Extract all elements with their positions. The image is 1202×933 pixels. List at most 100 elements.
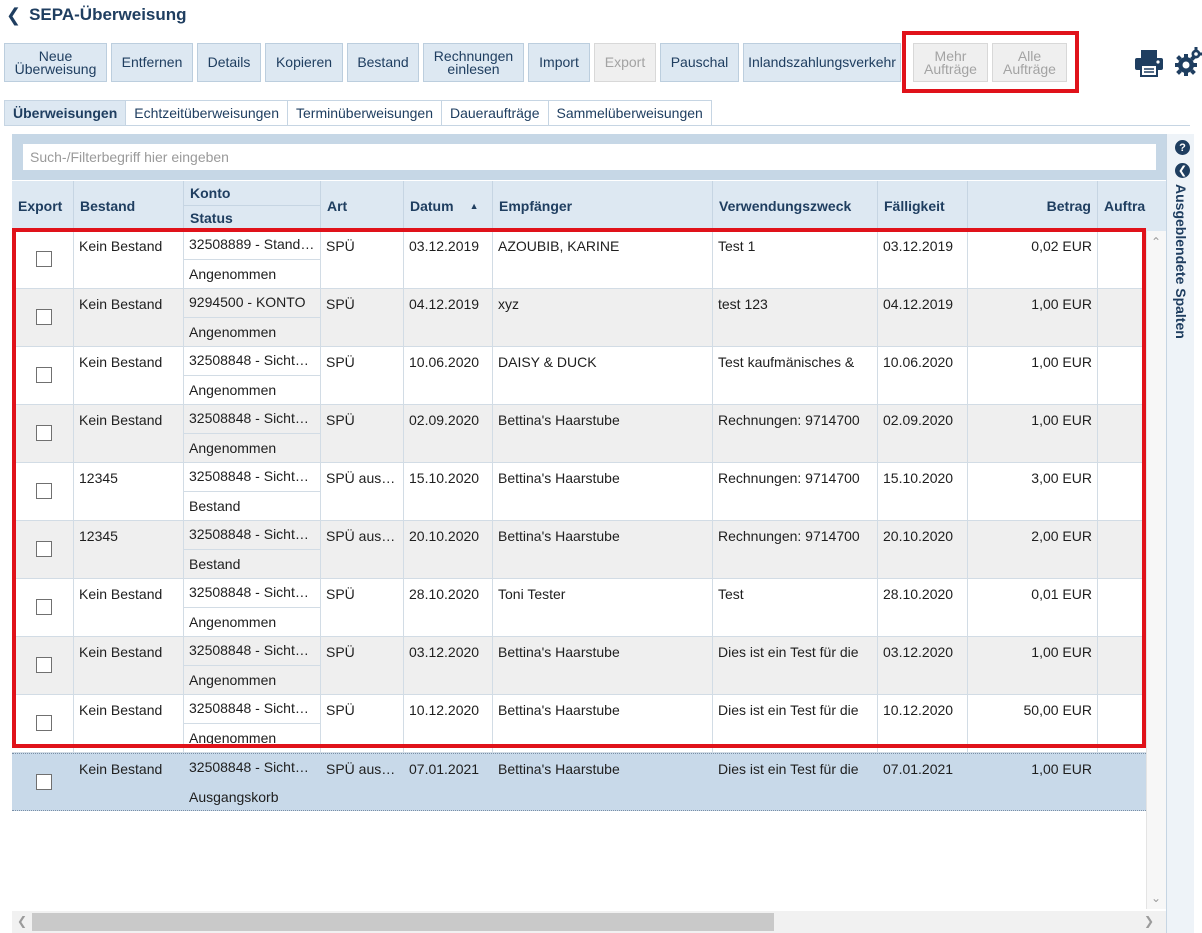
tab-bulk-transfers[interactable]: Sammelüberweisungen <box>548 100 712 126</box>
flat-rate-button[interactable]: Pauschal <box>660 43 739 82</box>
tab-instant-transfers[interactable]: Echtzeitüberweisungen <box>126 100 289 126</box>
back-chevron-icon[interactable]: ❮ <box>6 6 21 24</box>
cell-betrag: 2,00 EUR <box>968 521 1098 579</box>
sort-ascending-icon: ▲ <box>469 201 479 211</box>
table-row[interactable]: Kein Bestand SPÜ 10.12.2020 Bettina's Haars… <box>12 695 1146 753</box>
table-row[interactable]: Kein Bestand SPÜ 10.06.2020 DAISY & DUCK Tes… <box>12 347 1146 405</box>
inventory-button[interactable]: Bestand <box>347 43 419 82</box>
cell-status: Ausgangskorb <box>189 789 279 805</box>
table-row[interactable]: Kein Bestand SPÜ 28.10.2020 Toni Tester Test… <box>12 579 1146 637</box>
column-header-status[interactable]: Status <box>184 206 321 230</box>
export-checkbox[interactable] <box>36 309 52 325</box>
printer-icon[interactable] <box>1134 49 1164 80</box>
help-icon[interactable]: ? <box>1175 140 1190 155</box>
import-button[interactable]: Import <box>528 43 590 82</box>
scroll-up-icon[interactable]: ⌃ <box>1151 235 1161 249</box>
cell-empfaenger: Bettina's Haarstube <box>493 405 713 463</box>
tab-transfers[interactable]: Überweisungen <box>4 100 127 126</box>
cell-datum: 03.12.2020 <box>404 637 493 695</box>
table-row[interactable]: Kein Bestand SPÜ ausgang 07.01.2021 Bettina… <box>12 753 1146 811</box>
cell-datum: 10.12.2020 <box>404 695 493 753</box>
cell-verwendungszweck: Dies ist ein Test für die <box>718 761 859 777</box>
cell-bestand: 12345 <box>74 463 184 521</box>
hidden-columns-label[interactable]: Ausgeblendete Spalten <box>1173 184 1189 339</box>
details-button[interactable]: Details <box>197 43 261 82</box>
column-header-bestand[interactable]: Bestand <box>74 181 184 231</box>
export-checkbox[interactable] <box>36 367 52 383</box>
cell-auftrag <box>1098 695 1146 753</box>
column-header-export[interactable]: Export <box>12 181 74 231</box>
cell-datum: 10.06.2020 <box>404 347 493 405</box>
search-bar <box>12 134 1166 180</box>
import-invoices-button[interactable]: Rechnungen einlesen <box>423 43 524 82</box>
column-header-datum[interactable]: Datum ▲ <box>404 181 493 231</box>
table-row[interactable]: Kein Bestand SPÜ 02.09.2020 Bettina's Haars… <box>12 405 1146 463</box>
column-header-faelligkeit[interactable]: Fälligkeit <box>878 181 968 231</box>
cell-konto: 32508848 - Sichteinlagen <box>184 463 320 492</box>
column-header-art[interactable]: Art <box>321 181 404 231</box>
export-checkbox[interactable] <box>36 657 52 673</box>
more-orders-button[interactable]: Mehr Aufträge <box>913 43 988 82</box>
cell-verwendungszweck: Test kaufmänisches & <box>713 347 878 405</box>
export-checkbox[interactable] <box>36 599 52 615</box>
cell-faelligkeit: 10.12.2020 <box>878 695 968 753</box>
cell-datum: 28.10.2020 <box>404 579 493 637</box>
export-checkbox[interactable] <box>36 251 52 267</box>
collapse-left-icon[interactable]: ❮ <box>1175 163 1190 178</box>
cell-empfaenger: AZOUBIB, KARINE <box>493 231 713 289</box>
remove-button[interactable]: Entfernen <box>111 43 193 82</box>
table-row[interactable]: 12345 SPÜ ausgang 20.10.2020 Bettina's Haar… <box>12 521 1146 579</box>
new-transfer-button[interactable]: Neue Überweisung <box>4 43 107 82</box>
tab-divider <box>4 125 1190 126</box>
vertical-scrollbar[interactable]: ⌃ ⌄ <box>1146 231 1166 909</box>
cell-auftrag <box>1098 637 1146 695</box>
cell-auftrag <box>1098 289 1146 347</box>
cell-status: Angenommen <box>189 266 277 282</box>
cell-datum: 07.01.2021 <box>409 761 480 777</box>
cell-bestand: Kein Bestand <box>74 347 184 405</box>
cell-faelligkeit: 15.10.2020 <box>878 463 968 521</box>
export-checkbox[interactable] <box>36 483 52 499</box>
cell-verwendungszweck: Rechnungen: 9714700 <box>713 405 878 463</box>
column-header-konto[interactable]: Konto <box>184 181 321 205</box>
cell-status: Angenommen <box>189 382 277 398</box>
table-row[interactable]: Kein Bestand SPÜ 03.12.2020 Bettina's Haars… <box>12 637 1146 695</box>
cell-konto-status: 32508848 - Sichteinlagen Bestand <box>184 463 321 521</box>
column-header-betrag[interactable]: Betrag <box>968 181 1098 231</box>
export-button[interactable]: Export <box>594 43 656 82</box>
table-row[interactable]: Kein Bestand SPÜ 03.12.2019 AZOUBIB, KARINE… <box>12 231 1146 289</box>
column-header-auftrag[interactable]: Auftra <box>1098 181 1166 231</box>
all-orders-button[interactable]: Alle Aufträge <box>992 43 1067 82</box>
cell-art: SPÜ ausgang <box>321 521 404 579</box>
column-header-verwendungszweck[interactable]: Verwendungszweck <box>713 181 878 231</box>
copy-button[interactable]: Kopieren <box>265 43 343 82</box>
cell-export <box>12 579 74 637</box>
tab-scheduled-transfers[interactable]: Terminüberweisungen <box>288 100 442 126</box>
scroll-right-icon[interactable]: ❯ <box>1144 914 1154 928</box>
tab-standing-orders[interactable]: Daueraufträge <box>441 100 549 126</box>
table-row[interactable]: 12345 SPÜ ausgang 15.10.2020 Bettina's Haar… <box>12 463 1146 521</box>
search-input[interactable] <box>23 144 1156 170</box>
export-checkbox[interactable] <box>36 715 52 731</box>
cell-art: SPÜ ausgang <box>326 761 404 777</box>
settings-gear-icon[interactable] <box>1175 47 1202 80</box>
horizontal-scrollbar[interactable]: ❮ ❯ <box>12 911 1166 933</box>
cell-auftrag <box>1098 521 1146 579</box>
table-row[interactable]: Kein Bestand SPÜ 04.12.2019 xyz test 123 04.1… <box>12 289 1146 347</box>
scroll-left-icon[interactable]: ❮ <box>17 914 27 928</box>
cell-bestand: Kein Bestand <box>74 231 184 289</box>
export-checkbox[interactable] <box>36 541 52 557</box>
cell-status: Angenommen <box>189 730 277 746</box>
scroll-down-icon[interactable]: ⌄ <box>1151 891 1161 905</box>
tab-bar: Überweisungen Echtzeitüberweisungen Term… <box>4 100 712 126</box>
export-checkbox[interactable] <box>36 425 52 441</box>
header-divider <box>184 205 321 206</box>
cell-auftrag <box>1098 347 1146 405</box>
column-header-datum-label: Datum <box>410 198 454 214</box>
domestic-payments-button[interactable]: Inlandszahlungsverkehr <box>743 43 901 82</box>
cell-verwendungszweck: Rechnungen: 9714700 <box>713 463 878 521</box>
export-checkbox[interactable] <box>36 774 52 790</box>
cell-faelligkeit: 02.09.2020 <box>878 405 968 463</box>
horizontal-scroll-thumb[interactable] <box>32 913 774 931</box>
column-header-empfaenger[interactable]: Empfänger <box>493 181 713 231</box>
